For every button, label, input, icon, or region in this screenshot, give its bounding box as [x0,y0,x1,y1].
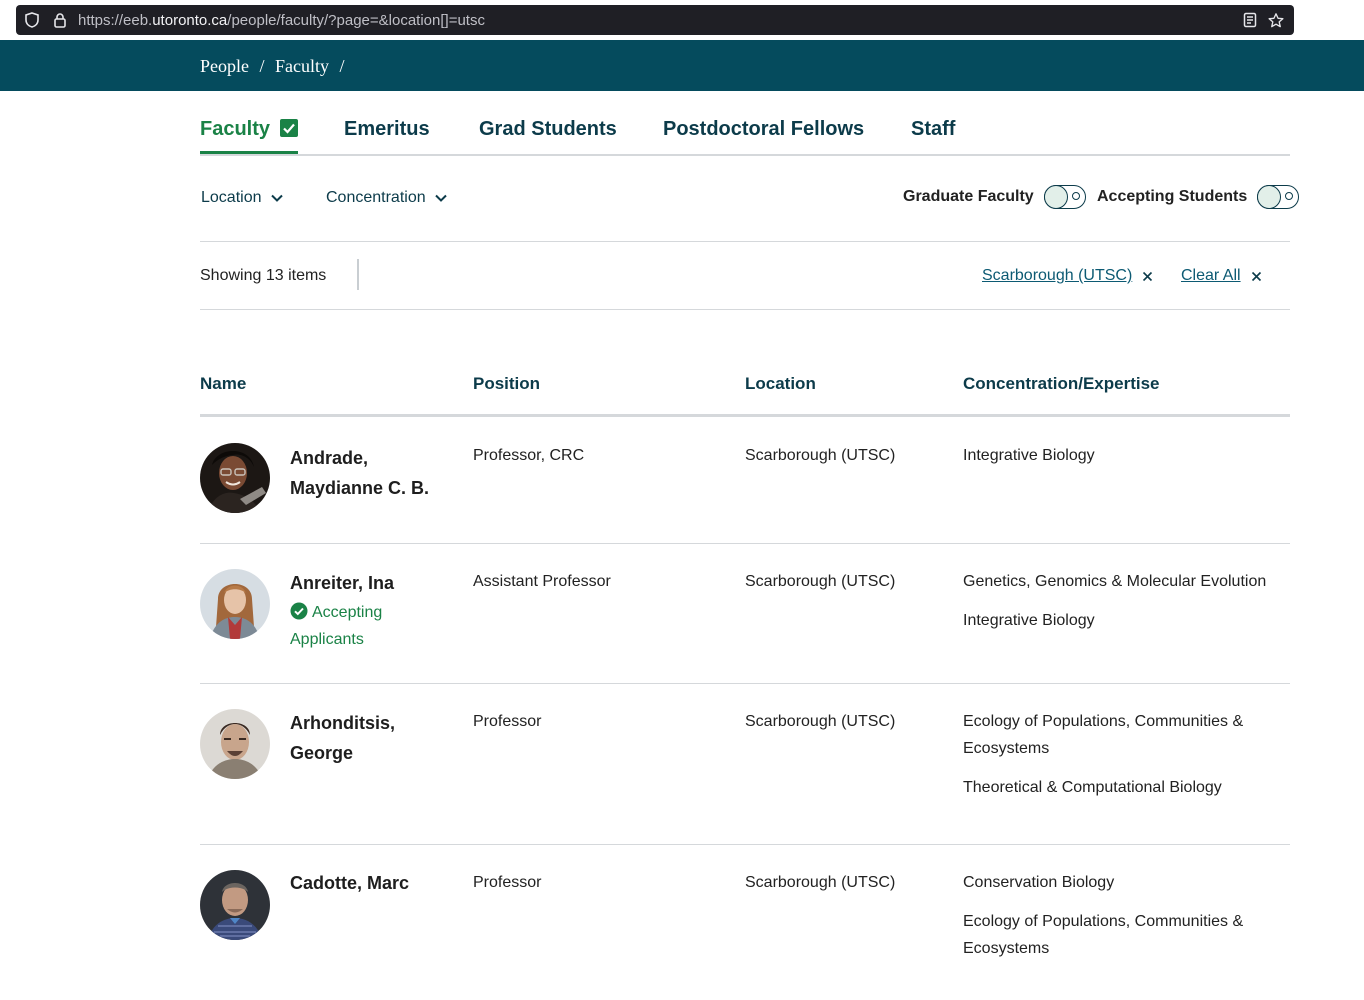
checkbox-checked-icon [280,119,299,137]
avatar[interactable] [200,709,270,779]
chevron-down-icon [434,194,447,202]
toggle-knob [1043,185,1068,209]
table-row: Arhonditsis, George Professor Scarboroug… [200,683,1290,845]
position-cell: Professor [473,713,542,730]
tab-postdoctoral-fellows[interactable]: Postdoctoral Fellows [663,118,864,141]
concentration-dropdown-label: Concentration [326,189,426,206]
avatar[interactable] [200,569,270,639]
concentration-item: Ecology of Populations, Communities & Ec… [963,913,1244,957]
divider [357,259,359,290]
column-header-position[interactable]: Position [473,374,540,394]
concentration-cell: Integrative Biology [963,442,1283,481]
location-cell: Scarborough (UTSC) [745,713,896,730]
concentration-item: Integrative Biology [963,447,1095,464]
person-name[interactable]: Cadotte, Marc [290,868,450,898]
filter-bar: Location Concentration Graduate Faculty … [200,175,1300,242]
breadcrumb-band: People / Faculty / [0,40,1364,91]
accepting-students-label: Accepting Students [1097,188,1248,205]
tab-emeritus[interactable]: Emeritus [344,118,430,141]
bookmark-star-icon[interactable] [1268,12,1284,28]
concentration-item: Ecology of Populations, Communities & Ec… [963,713,1244,757]
active-filter-label: Scarborough (UTSC) [982,267,1133,284]
concentration-item: Integrative Biology [963,612,1095,629]
concentration-item: Genetics, Genomics & Molecular Evolution [963,573,1267,590]
tab-staff[interactable]: Staff [911,118,955,141]
position-cell: Professor, CRC [473,447,585,464]
location-dropdown[interactable]: Location [201,189,284,207]
breadcrumb: People / Faculty / [200,56,345,77]
table-row: Andrade, Maydianne C. B. Professor, CRC … [200,417,1290,544]
location-dropdown-label: Location [201,189,262,206]
people-tabs: Faculty Emeritus Grad Students Postdocto… [200,114,1290,156]
concentration-cell: Ecology of Populations, Communities & Ec… [963,708,1283,813]
shield-icon[interactable] [24,12,40,28]
location-cell: Scarborough (UTSC) [745,874,896,891]
tab-faculty[interactable]: Faculty [200,118,299,154]
url-text[interactable]: https://eeb.utoronto.ca/people/faculty/?… [78,12,485,29]
location-cell: Scarborough (UTSC) [745,573,896,590]
avatar[interactable] [200,870,270,940]
accepting-applicants-badge: Accepting Applicants [290,599,420,653]
table-row: Cadotte, Marc Professor Scarborough (UTS… [200,844,1290,1000]
table-row: Anreiter, Ina Accepting Applicants Assis… [200,543,1290,684]
toggle-knob [1257,185,1282,209]
tab-grad-students[interactable]: Grad Students [479,118,617,141]
concentration-item: Theoretical & Computational Biology [963,779,1222,796]
tab-faculty-label: Faculty [200,118,271,140]
person-name[interactable]: Arhonditsis, George [290,708,450,768]
concentration-cell: Genetics, Genomics & Molecular Evolution… [963,568,1283,646]
clear-all-label: Clear All [1181,267,1241,284]
check-circle-icon [290,602,308,620]
avatar[interactable] [200,443,270,513]
results-count: Showing 13 items [200,267,327,284]
accepting-students-filter: Accepting Students [1097,185,1300,209]
accepting-students-toggle[interactable] [1257,185,1300,209]
chevron-down-icon [270,194,283,202]
browser-toolbar: https://eeb.utoronto.ca/people/faculty/?… [0,0,1364,40]
breadcrumb-separator: / [339,56,345,76]
address-bar[interactable]: https://eeb.utoronto.ca/people/faculty/?… [16,5,1294,35]
person-name[interactable]: Andrade, Maydianne C. B. [290,443,450,503]
person-name[interactable]: Anreiter, Ina [290,568,450,598]
graduate-faculty-filter: Graduate Faculty [903,185,1086,209]
column-header-location[interactable]: Location [745,374,816,394]
position-cell: Assistant Professor [473,573,611,590]
concentration-item: Conservation Biology [963,874,1115,891]
column-header-name[interactable]: Name [200,374,246,394]
graduate-faculty-toggle[interactable] [1043,185,1086,209]
clear-all-button[interactable]: Clear All [1181,267,1262,285]
location-cell: Scarborough (UTSC) [745,447,896,464]
position-cell: Professor [473,874,542,891]
concentration-dropdown[interactable]: Concentration [326,189,448,207]
lock-icon[interactable] [52,12,68,28]
breadcrumb-people[interactable]: People [200,56,249,77]
toggle-off-icon [1285,192,1294,200]
column-header-concentration[interactable]: Concentration/Expertise [963,374,1160,394]
breadcrumb-separator: / [259,56,265,76]
active-filter-chip[interactable]: Scarborough (UTSC) [982,267,1153,285]
reader-view-icon[interactable] [1242,12,1258,28]
table-header: Name Position Location Concentration/Exp… [200,374,1290,417]
results-summary: Showing 13 items Scarborough (UTSC) Clea… [200,241,1290,310]
breadcrumb-faculty[interactable]: Faculty [275,56,329,77]
close-icon[interactable] [1142,271,1153,282]
close-icon[interactable] [1251,271,1262,282]
concentration-cell: Conservation Biology Ecology of Populati… [963,869,1283,974]
toggle-off-icon [1071,192,1080,200]
graduate-faculty-label: Graduate Faculty [903,188,1034,205]
